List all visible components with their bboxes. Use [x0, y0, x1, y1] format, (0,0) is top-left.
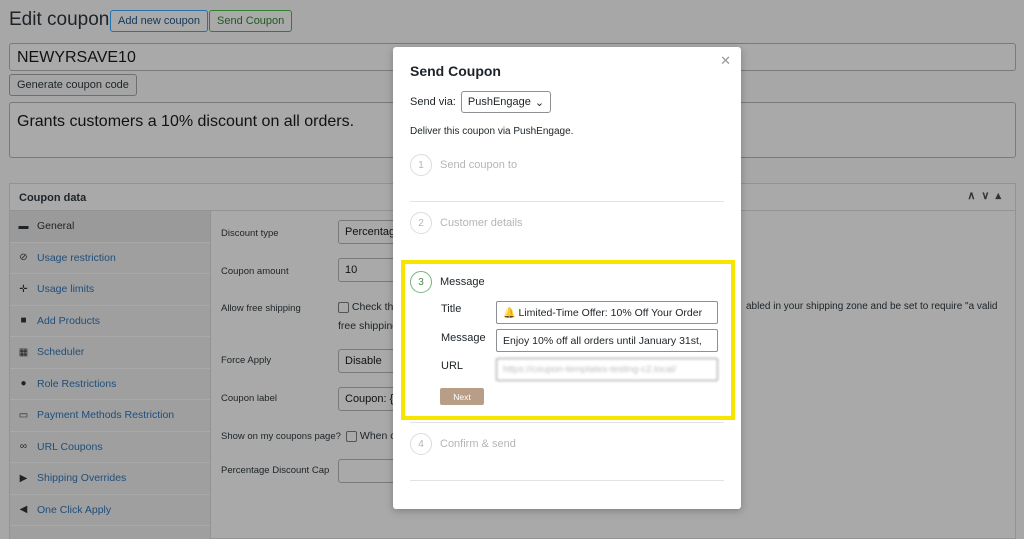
step-label: Customer details: [440, 217, 523, 229]
title-label: Title: [441, 303, 462, 315]
link-icon: ∞: [19, 441, 28, 453]
close-icon[interactable]: ✕: [720, 53, 731, 69]
step-label: Send coupon to: [440, 159, 518, 171]
url-label: URL: [441, 360, 464, 372]
step-confirm-send[interactable]: 4 Confirm & send: [410, 433, 516, 455]
card-icon: ▭: [18, 409, 29, 421]
tab-usage-limits[interactable]: ✛ Usage limits: [10, 274, 210, 306]
tab-general[interactable]: ▬ General: [10, 211, 210, 243]
generate-coupon-code-button[interactable]: Generate coupon code: [9, 74, 137, 96]
divider: [410, 201, 724, 202]
divider: [410, 480, 724, 481]
coupon-amount-label: Coupon amount: [221, 266, 289, 277]
url-input[interactable]: https://coupon-templates-testing-c2.loca…: [496, 358, 718, 381]
free-shipping-label: Allow free shipping: [221, 303, 301, 314]
tab-role-restrictions[interactable]: ● Role Restrictions: [10, 369, 210, 400]
step-number: 4: [410, 433, 432, 455]
tab-label: Scheduler: [37, 346, 85, 359]
tab-usage-restriction[interactable]: ⊘ Usage restriction: [10, 243, 210, 274]
title-value: Limited-Time Offer: 10% Off Your Order: [518, 307, 703, 319]
plus-move-icon: ✛: [19, 283, 28, 295]
send-via-value: PushEngage: [467, 96, 531, 108]
free-shipping-text: Check th: [351, 301, 394, 313]
message-label: Message: [441, 332, 486, 344]
show-on-coupons-checkbox[interactable]: [346, 430, 357, 442]
tab-label: Payment Methods Restriction: [37, 409, 175, 422]
tab-shipping-overrides[interactable]: ▶ Shipping Overrides: [10, 463, 210, 495]
panel-controls[interactable]: ∧∨▴: [967, 189, 1007, 202]
step-label: Confirm & send: [440, 438, 516, 450]
ticket-icon: ▬: [18, 220, 29, 232]
truck-icon: ▶: [19, 472, 28, 484]
tab-label: Add Products: [37, 314, 101, 327]
calendar-icon: ▦: [18, 346, 29, 358]
add-new-coupon-button[interactable]: Add new coupon: [110, 10, 208, 32]
page-title: Edit coupon: [9, 9, 110, 30]
tab-label: URL Coupons: [37, 440, 103, 453]
tab-label: One Click Apply: [37, 503, 112, 516]
force-apply-label: Force Apply: [221, 355, 272, 366]
tab-payment-methods-restriction[interactable]: ▭ Payment Methods Restriction: [10, 400, 210, 432]
discount-type-label: Discount type: [221, 228, 279, 239]
step-number: 2: [410, 212, 432, 234]
send-coupon-modal: ✕ Send Coupon Send via: PushEngage ⌄ Del…: [393, 47, 741, 509]
person-icon: ●: [20, 378, 27, 390]
step-message[interactable]: 3 Message: [410, 271, 485, 293]
step-customer-details[interactable]: 2 Customer details: [410, 212, 523, 234]
show-on-coupons-label: Show on my coupons page?: [221, 431, 341, 442]
tab-one-click-apply[interactable]: ◀ One Click Apply: [10, 495, 210, 526]
coupon-data-tabs: ▬ General ⊘ Usage restriction ✛ Usage limit…: [10, 211, 211, 539]
title-input[interactable]: 🔔 Limited-Time Offer: 10% Off Your Order: [496, 301, 718, 324]
coupon-data-title: Coupon data: [19, 192, 87, 204]
step-number: 1: [410, 154, 432, 176]
bell-icon: 🔔: [503, 308, 516, 319]
modal-title: Send Coupon: [410, 63, 501, 79]
free-shipping-text-2: free shipping: [338, 320, 399, 332]
send-coupon-button[interactable]: Send Coupon: [209, 10, 293, 32]
tab-label: Usage restriction: [37, 251, 116, 264]
free-shipping-text-3: abled in your shipping zone and be set t…: [746, 301, 998, 312]
free-shipping-checkbox[interactable]: [338, 301, 349, 313]
megaphone-icon: ◀: [19, 504, 28, 516]
send-via-label: Send via:: [410, 96, 456, 108]
block-icon: ⊘: [19, 252, 28, 264]
coupon-label-label: Coupon label: [221, 393, 277, 404]
step-send-coupon-to[interactable]: 1 Send coupon to: [410, 154, 517, 176]
chevron-down-icon: ⌄: [534, 96, 545, 109]
tab-label: Shipping Overrides: [37, 472, 127, 485]
divider: [410, 422, 724, 423]
discount-cap-label: Percentage Discount Cap: [221, 465, 330, 476]
tab-label: Role Restrictions: [37, 377, 117, 390]
tab-label: General: [37, 220, 75, 233]
step-label: Message: [440, 276, 485, 288]
tab-label: Usage limits: [37, 283, 95, 296]
delivery-note: Deliver this coupon via PushEngage.: [410, 126, 574, 137]
send-via-row: Send via: PushEngage ⌄: [410, 91, 552, 113]
tab-url-coupons[interactable]: ∞ URL Coupons: [10, 432, 210, 463]
step-number: 3: [410, 271, 432, 293]
next-button[interactable]: Next: [440, 388, 484, 405]
free-shipping-row: Check th: [338, 301, 393, 313]
bag-icon: ■: [20, 315, 27, 327]
tab-add-products[interactable]: ■ Add Products: [10, 306, 210, 337]
send-via-select[interactable]: PushEngage ⌄: [460, 91, 552, 113]
tab-scheduler[interactable]: ▦ Scheduler: [10, 337, 210, 369]
message-input[interactable]: Enjoy 10% off all orders until January 3…: [496, 329, 718, 352]
